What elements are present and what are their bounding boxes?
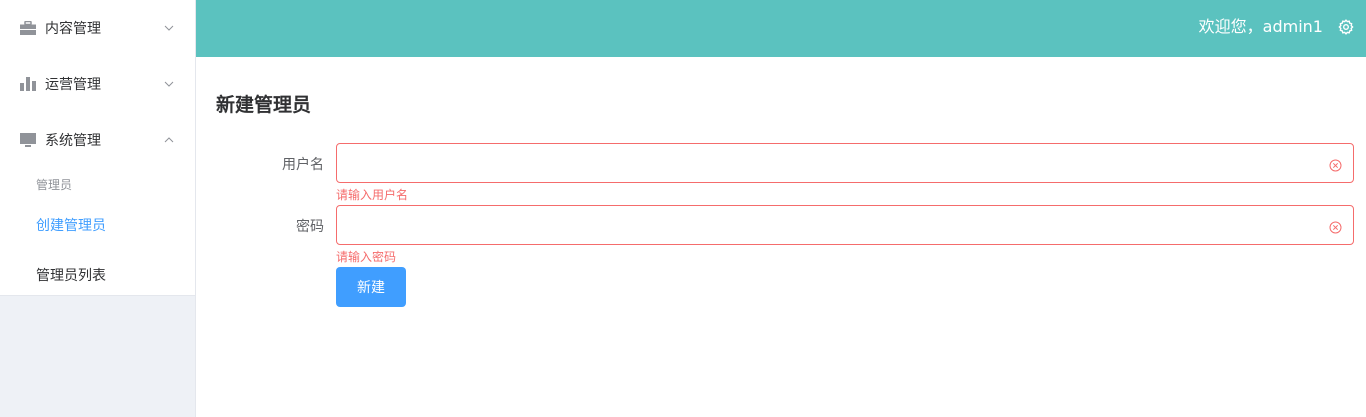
app-root: 内容管理 运营管理 系统管理 管理员 创建管理员 管理员列表 欢迎您，admin… (0, 0, 1366, 417)
menu-operations-management[interactable]: 运营管理 (0, 56, 195, 112)
chevron-up-icon (163, 134, 175, 146)
username-row: 用户名 请输入用户名 (196, 143, 1366, 203)
monitor-icon (20, 132, 36, 148)
gear-icon[interactable] (1338, 19, 1354, 35)
welcome-text: 欢迎您，admin1 (1198, 17, 1323, 36)
submenu-item-create-admin[interactable]: 创建管理员 (0, 200, 195, 250)
chevron-down-icon (163, 78, 175, 90)
username-label: 用户名 (282, 157, 324, 173)
username-field-wrapper (336, 143, 1354, 183)
menu-label: 系统管理 (45, 133, 101, 149)
submenu-group-title: 管理员 (36, 177, 73, 192)
menu-content-management[interactable]: 内容管理 (0, 0, 195, 56)
page-title: 新建管理员 (216, 94, 312, 116)
sidebar-menu: 内容管理 运营管理 系统管理 管理员 创建管理员 管理员列表 (0, 0, 195, 296)
menu-label: 内容管理 (45, 21, 101, 37)
password-input[interactable] (337, 206, 1353, 244)
briefcase-icon (20, 20, 36, 36)
menu-system-management[interactable]: 系统管理 (0, 112, 195, 168)
main-content: 新建管理员 用户名 请输入用户名 密码 请输入密码 新建 (196, 57, 1366, 417)
username-input[interactable] (337, 144, 1353, 182)
password-error: 请输入密码 (336, 250, 397, 264)
chevron-down-icon (163, 22, 175, 34)
circle-close-icon[interactable] (1329, 157, 1342, 172)
password-field-wrapper (336, 205, 1354, 245)
create-button[interactable]: 新建 (336, 267, 406, 307)
sidebar: 内容管理 运营管理 系统管理 管理员 创建管理员 管理员列表 (0, 0, 196, 417)
bar-chart-icon (20, 76, 36, 92)
password-label: 密码 (296, 219, 324, 235)
menu-label: 运营管理 (45, 77, 101, 93)
submenu-item-admin-list[interactable]: 管理员列表 (0, 250, 195, 300)
circle-close-icon[interactable] (1329, 219, 1342, 234)
username-error: 请输入用户名 (336, 188, 409, 202)
top-header: 欢迎您，admin1 (196, 0, 1366, 57)
password-row: 密码 请输入密码 (196, 205, 1366, 265)
